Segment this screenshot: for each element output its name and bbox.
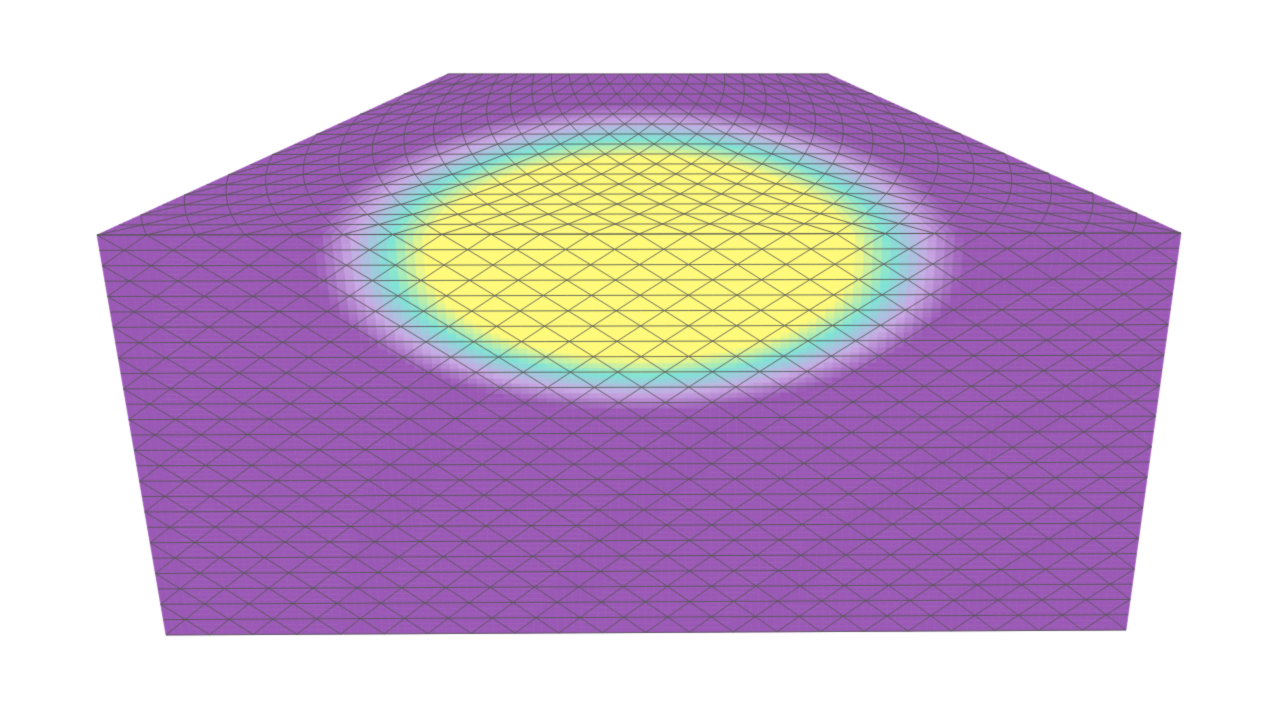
3d-viewport[interactable] bbox=[0, 0, 1280, 720]
mesh-surface-render[interactable] bbox=[0, 0, 1280, 720]
